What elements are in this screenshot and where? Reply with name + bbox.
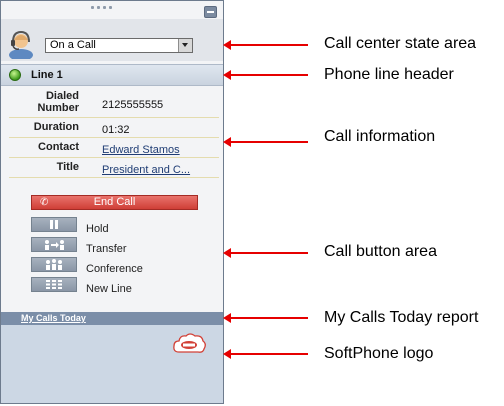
- callout-arrow: [223, 313, 308, 323]
- callout-call-center-state: Call center state area: [324, 35, 477, 52]
- info-label: Contact: [38, 141, 79, 153]
- minimize-button[interactable]: [204, 6, 217, 18]
- agent-headset-icon: [9, 30, 33, 59]
- new-line-label: New Line: [86, 283, 132, 295]
- call-information: Dialed Number 2125555555 Duration 01:32 …: [9, 87, 219, 178]
- callout-my-calls-today: My Calls Today report: [324, 309, 479, 326]
- callout-phone-line-header: Phone line header: [324, 66, 454, 83]
- contact-link[interactable]: Edward Stamos: [102, 144, 180, 156]
- info-row-duration: Duration 01:32: [9, 118, 219, 138]
- pause-icon: [50, 220, 58, 229]
- callout-arrow: [223, 40, 308, 50]
- callout-call-information: Call information: [324, 128, 436, 145]
- conference-icon: [46, 259, 62, 270]
- end-call-button[interactable]: ✆ End Call: [31, 195, 198, 210]
- transfer-button[interactable]: [31, 237, 77, 252]
- softphone-logo-area: [1, 325, 223, 403]
- my-calls-today-report: My Calls Today: [1, 312, 223, 325]
- keypad-icon: [46, 280, 62, 289]
- callout-softphone-logo: SoftPhone logo: [324, 345, 434, 362]
- info-value: 2125555555: [102, 99, 164, 111]
- softphone-panel: On a Call Line 1 Dialed Number 212555555…: [0, 0, 224, 404]
- info-label: Duration: [33, 121, 79, 133]
- info-value: 01:32: [102, 124, 130, 136]
- new-line-button[interactable]: [31, 277, 77, 292]
- chevron-down-icon[interactable]: [178, 39, 192, 52]
- call-center-state-area: On a Call: [1, 19, 223, 61]
- conference-label: Conference: [86, 263, 143, 275]
- callout-arrow: [223, 248, 308, 258]
- drag-handle[interactable]: [91, 6, 123, 10]
- conference-button[interactable]: [31, 257, 77, 272]
- title-link[interactable]: President and C...: [102, 164, 190, 176]
- callout-call-button-area: Call button area: [324, 243, 437, 260]
- salesforce-cloud-icon: [173, 333, 206, 353]
- info-label: Dialed Number: [37, 90, 79, 114]
- my-calls-today-link[interactable]: My Calls Today: [21, 312, 86, 325]
- info-label: Title: [56, 161, 79, 173]
- info-row-dialed-number: Dialed Number 2125555555: [9, 87, 219, 118]
- callout-arrow: [223, 70, 308, 80]
- info-row-title: Title President and C...: [9, 158, 219, 178]
- hold-button[interactable]: [31, 217, 77, 232]
- phone-line-header[interactable]: Line 1: [1, 64, 223, 86]
- callout-arrow: [223, 137, 308, 147]
- end-call-label: End Call: [93, 196, 136, 208]
- info-row-contact: Contact Edward Stamos: [9, 138, 219, 158]
- callout-arrow: [223, 349, 308, 359]
- transfer-icon: [45, 240, 64, 250]
- hold-label: Hold: [86, 223, 109, 235]
- transfer-label: Transfer: [86, 243, 127, 255]
- line-status-icon: [9, 69, 21, 81]
- call-state-select[interactable]: On a Call: [45, 38, 193, 53]
- line-label: Line 1: [31, 69, 63, 81]
- call-state-value: On a Call: [50, 39, 96, 51]
